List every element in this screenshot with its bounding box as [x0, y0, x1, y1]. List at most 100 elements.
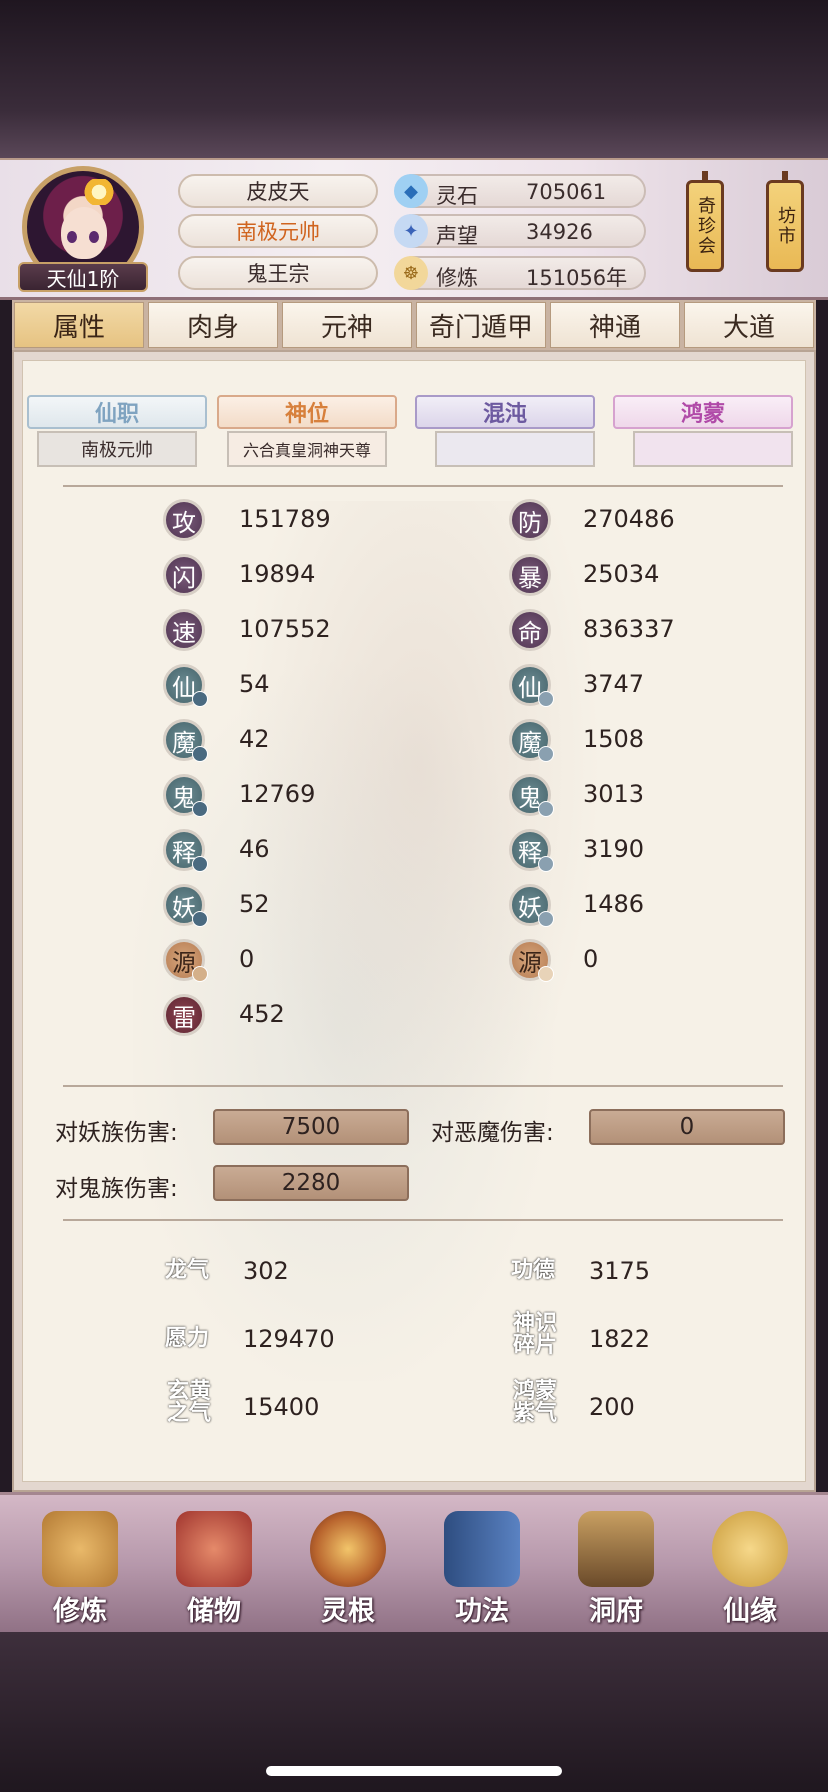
misc-label: 玄黄之气	[166, 1379, 211, 1426]
attributes-panel: 仙职 南极元帅 神位 六合真皇洞神天尊 混沌 鸿蒙 攻 151789 闪 198…	[12, 350, 816, 1492]
resource-value: 34926	[526, 220, 593, 244]
origin-defense-value: 0	[583, 945, 599, 973]
buddhist-attack-icon: 释	[163, 829, 208, 872]
immortal-post-value: 南极元帅	[37, 431, 197, 467]
divider	[63, 1219, 783, 1221]
background-character-art	[133, 501, 653, 1381]
attack-badge-icon	[192, 911, 208, 927]
attack-badge-icon	[192, 801, 208, 817]
nav-cave-dwelling[interactable]: 洞府	[556, 1503, 676, 1633]
hongmeng-purple-qi-icon: 鸿蒙紫气	[509, 1379, 561, 1427]
divine-sense-shard-icon: 神识碎片	[509, 1311, 561, 1359]
attack-badge-icon	[192, 856, 208, 872]
dodge-value: 19894	[239, 560, 316, 588]
hongmeng-purple-qi-value: 200	[589, 1393, 635, 1421]
defense-badge-icon	[538, 801, 554, 817]
resource-value: 151056年	[526, 266, 628, 290]
tab-great-dao[interactable]: 大道	[684, 302, 814, 348]
health-stat-icon: 命	[509, 609, 551, 651]
divine-rank-value: 六合真皇洞神天尊	[227, 431, 387, 467]
player-name: 皮皮天	[178, 174, 378, 208]
dodge-stat-icon: 闪	[163, 554, 205, 596]
player-title: 南极元帅	[178, 214, 378, 248]
origin-attack-value: 0	[239, 945, 255, 973]
nav-fate[interactable]: 仙缘	[690, 1503, 810, 1633]
subtab-divine-rank[interactable]: 神位	[217, 395, 397, 429]
buddhist-defense-icon: 释	[509, 829, 554, 872]
origin-defense-icon: 源	[509, 939, 554, 982]
top-backdrop	[0, 0, 828, 158]
damage-vs-ghost-value: 2280	[213, 1165, 409, 1201]
tab-divine-powers[interactable]: 神通	[550, 302, 680, 348]
nav-cultivation[interactable]: 修炼	[20, 1503, 140, 1633]
damage-vs-demon-label: 对恶魔伤害:	[431, 1120, 554, 1146]
technique-book-icon	[444, 1511, 520, 1587]
defense-badge-icon	[538, 746, 554, 762]
misc-label: 龙气	[164, 1258, 209, 1283]
tab-attributes[interactable]: 属性	[14, 302, 144, 348]
nav-label: 储物	[187, 1596, 241, 1627]
chaos-value	[435, 431, 595, 467]
rank-badge: 天仙1阶	[18, 262, 148, 292]
meditation-icon: ☸	[394, 256, 428, 290]
tab-body[interactable]: 肉身	[148, 302, 278, 348]
defense-stat-icon: 防	[509, 499, 551, 541]
home-indicator[interactable]	[266, 1766, 562, 1776]
ghost-defense-icon: 鬼	[509, 774, 554, 817]
buddhist-attack-value: 46	[239, 835, 270, 863]
dragon-qi-value: 302	[243, 1257, 289, 1285]
ghost-attack-icon: 鬼	[163, 774, 208, 817]
subtab-chaos[interactable]: 混沌	[415, 395, 595, 429]
storage-bag-icon	[176, 1511, 252, 1587]
speed-value: 107552	[239, 615, 331, 643]
subtab-immortal-post[interactable]: 仙职	[27, 395, 207, 429]
nav-label: 灵根	[321, 1596, 375, 1627]
yao-attack-value: 52	[239, 890, 270, 918]
misc-label: 神识碎片	[512, 1311, 557, 1358]
resource-spirit-stone: ◆ 灵石 705061	[394, 174, 646, 208]
nav-technique[interactable]: 功法	[422, 1503, 542, 1633]
hongmeng-value	[633, 431, 793, 467]
spirit-root-icon	[310, 1511, 386, 1587]
damage-vs-demon-value: 0	[589, 1109, 785, 1145]
defense-badge-icon	[538, 691, 554, 707]
damage-vs-ghost-label: 对鬼族伤害:	[55, 1176, 178, 1202]
misc-label: 功德	[510, 1258, 555, 1283]
tab-qimen-dunjia[interactable]: 奇门遁甲	[416, 302, 546, 348]
demon-defense-icon: 魔	[509, 719, 554, 762]
nav-storage[interactable]: 储物	[154, 1503, 274, 1633]
nav-spirit-root[interactable]: 灵根	[288, 1503, 408, 1633]
flower-hairpin-icon	[79, 179, 119, 205]
cultivation-icon	[42, 1511, 118, 1587]
ghost-attack-value: 12769	[239, 780, 316, 808]
defense-badge-icon	[538, 856, 554, 872]
defense-badge-icon	[538, 911, 554, 927]
resource-cultivation: ☸ 修炼 151056年	[394, 256, 646, 290]
attack-badge-icon	[192, 746, 208, 762]
buddhist-defense-value: 3190	[583, 835, 645, 863]
fate-gourd-icon	[712, 1511, 788, 1587]
treasure-shop-button[interactable]: 奇珍会	[686, 171, 724, 272]
merit-icon: 功德	[509, 1247, 557, 1295]
market-button[interactable]: 坊市	[766, 171, 804, 272]
immortal-attack-value: 54	[239, 670, 270, 698]
resource-value: 705061	[526, 180, 607, 204]
thunder-stat-icon: 雷	[163, 994, 205, 1036]
speed-stat-icon: 速	[163, 609, 205, 651]
dragon-qi-icon: 龙气	[163, 1247, 211, 1295]
defense-badge-icon	[538, 966, 554, 982]
divine-sense-shard-value: 1822	[589, 1325, 651, 1353]
avatar-eye	[89, 231, 99, 243]
demon-attack-icon: 魔	[163, 719, 208, 762]
origin-attack-icon: 源	[163, 939, 208, 982]
attributes-panel-inner: 仙职 南极元帅 神位 六合真皇洞神天尊 混沌 鸿蒙 攻 151789 闪 198…	[22, 360, 806, 1482]
defense-value: 270486	[583, 505, 675, 533]
damage-vs-yao-label: 对妖族伤害:	[55, 1120, 178, 1146]
resource-label: 声望	[436, 224, 478, 248]
tab-primordial-spirit[interactable]: 元神	[282, 302, 412, 348]
xuanhuang-qi-value: 15400	[243, 1393, 320, 1421]
subtab-hongmeng[interactable]: 鸿蒙	[613, 395, 793, 429]
avatar-eye	[67, 231, 77, 243]
xuanhuang-qi-icon: 玄黄之气	[163, 1379, 215, 1427]
player-header: 天仙1阶 皮皮天 南极元帅 鬼王宗 ◆ 灵石 705061 ✦ 声望 34926…	[0, 158, 828, 300]
